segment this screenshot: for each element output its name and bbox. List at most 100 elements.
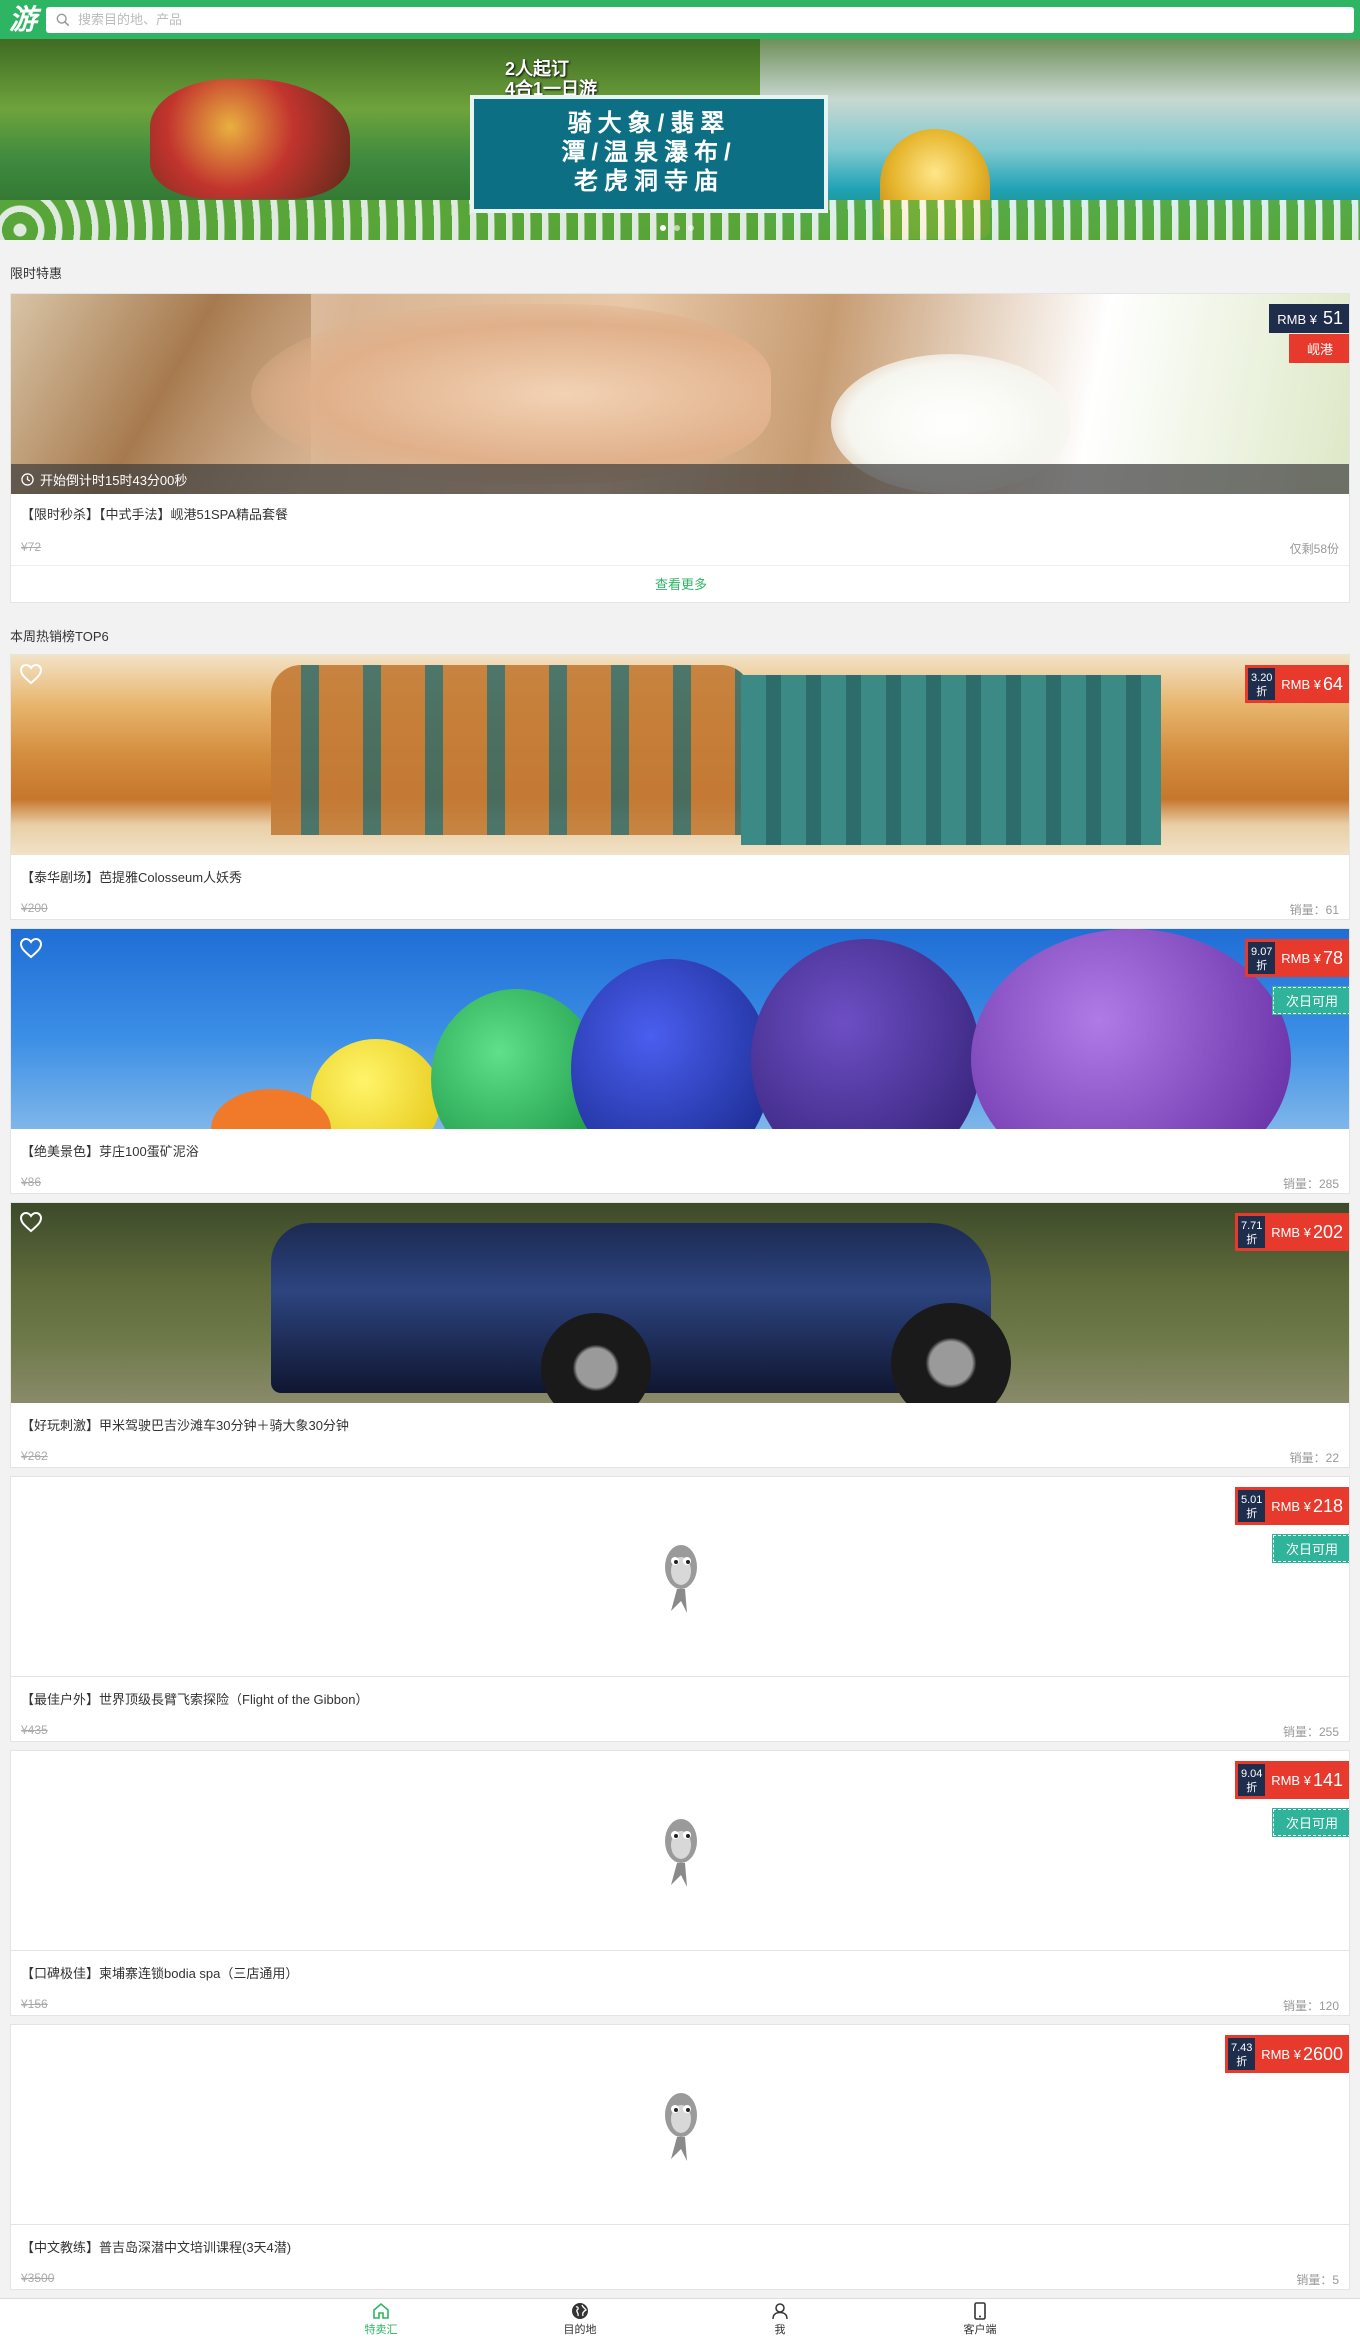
favorite-heart-icon[interactable] [19, 1211, 43, 1233]
product-card[interactable]: 5.01 折 RMB ¥218 次日可用 【最佳户外】世界顶级長臂飞索探险（Fli… [10, 1476, 1350, 1742]
product-image-placeholder: 7.43 折 RMB ¥2600 [11, 2025, 1349, 2225]
price-currency: RMB ¥ [1271, 1498, 1311, 1514]
discount-value: 3.20 [1251, 672, 1273, 684]
favorite-heart-icon[interactable] [19, 663, 43, 685]
product-title[interactable]: 【中文教练】普吉岛深潜中文培训课程(3天4潜) [21, 2237, 291, 2256]
banner-dot[interactable] [688, 225, 694, 231]
favorite-heart-icon[interactable] [19, 937, 43, 959]
price-currency: RMB ¥ [1261, 2046, 1301, 2062]
globe-icon [572, 2303, 588, 2319]
remaining-count: 仅剩58份 [1289, 542, 1339, 556]
purple-egg-image [971, 929, 1291, 1129]
flash-sale-card[interactable]: RMB ¥ 51 岘港 开始倒计时15时43分00秒 【限时秒杀】【中式手法】岘… [10, 293, 1350, 603]
product-title[interactable]: 【口碑极佳】柬埔寨连锁bodia spa（三店通用） [21, 1963, 298, 1982]
countdown-text: 开始倒计时15时43分00秒 [40, 472, 188, 488]
tab-me[interactable]: 我 [740, 2301, 820, 2337]
top-header: 游 [0, 0, 1360, 39]
price-tag: RMB ¥2600 [1255, 2035, 1349, 2073]
product-card[interactable]: 9.04 折 RMB ¥141 次日可用 【口碑极佳】柬埔寨连锁bodia spa… [10, 1750, 1350, 2016]
price-value: 64 [1322, 673, 1343, 694]
user-icon [772, 2303, 788, 2320]
product-card[interactable]: 9.07 折 RMB ¥78 次日可用 【绝美景色】芽庄100蛋矿泥浴 ¥86 销… [10, 928, 1350, 1194]
view-more-link[interactable]: 查看更多 [11, 565, 1349, 602]
product-image-placeholder: 5.01 折 RMB ¥218 次日可用 [11, 1477, 1349, 1677]
original-price: ¥3500 [21, 2271, 55, 2285]
discount-value: 7.43 [1231, 2042, 1253, 2054]
flash-sale-heading: 限时特惠 [10, 266, 63, 281]
clock-icon [21, 472, 34, 486]
price-value: 78 [1322, 947, 1343, 968]
discount-unit: 折 [1236, 2056, 1248, 2068]
price-value: 218 [1312, 1495, 1343, 1516]
price-tag: RMB ¥78 [1275, 939, 1349, 977]
product-image: 7.71 折 RMB ¥202 [11, 1203, 1349, 1403]
original-price: ¥200 [21, 901, 48, 915]
discount-unit: 折 [1246, 1508, 1258, 1520]
tab-label: 目的地 [563, 2324, 597, 2336]
banner-sign-line1: 骑大象/翡翠 [567, 110, 731, 137]
phone-icon [974, 2302, 986, 2320]
banner-elephant-riders-image [150, 79, 350, 199]
banner-sign: 骑大象/翡翠 潭/温泉瀑布/ 老虎洞寺庙 [470, 95, 828, 213]
original-price: ¥435 [21, 1723, 48, 1737]
colosseum-image [271, 665, 751, 835]
original-price: ¥86 [21, 1175, 42, 1189]
tab-client[interactable]: 客户端 [940, 2301, 1020, 2337]
top-list-heading: 本周热销榜TOP6 [10, 629, 109, 644]
discount-unit: 折 [1246, 1234, 1258, 1246]
discount-price-tag: 9.07 折 RMB ¥78 [1245, 939, 1349, 977]
product-title[interactable]: 【绝美景色】芽庄100蛋矿泥浴 [21, 1141, 199, 1160]
product-card[interactable]: 3.20 折 RMB ¥64 【泰华剧场】芭提雅Colosseum人妖秀 ¥200… [10, 654, 1350, 920]
tab-destinations[interactable]: 目的地 [540, 2301, 620, 2337]
promo-banner[interactable]: 2人起订 4合1一日游 骑大象/翡翠 潭/温泉瀑布/ 老虎洞寺庙 [0, 39, 1360, 240]
sales-count: 销量：255 [1282, 1725, 1339, 1739]
product-card[interactable]: 7.43 折 RMB ¥2600 【中文教练】普吉岛深潜中文培训课程(3天4潜) … [10, 2024, 1350, 2290]
tab-label: 客户端 [963, 2324, 997, 2336]
discount-price-tag: 5.01 折 RMB ¥218 [1235, 1487, 1349, 1525]
discount-value: 9.04 [1241, 1768, 1263, 1780]
tab-deals[interactable]: 特卖汇 [341, 2301, 421, 2337]
discount-badge: 7.43 折 [1225, 2035, 1256, 2073]
next-day-badge: 次日可用 [1271, 986, 1349, 1015]
discount-badge: 5.01 折 [1235, 1487, 1266, 1525]
discount-badge: 7.71 折 [1235, 1213, 1266, 1251]
city-badge: 岘港 [1288, 334, 1349, 363]
banner-top-text-line1: 2人起订 [505, 59, 570, 79]
tab-label: 特卖汇 [364, 2324, 398, 2336]
countdown-bar: 开始倒计时15时43分00秒 [11, 464, 1349, 494]
placeholder-fish-icon [665, 1545, 697, 1613]
discount-value: 5.01 [1241, 1494, 1263, 1506]
discount-unit: 折 [1246, 1782, 1258, 1794]
product-title[interactable]: 【最佳户外】世界顶级長臂飞索探险（Flight of the Gibbon） [21, 1689, 368, 1708]
next-day-badge: 次日可用 [1271, 1808, 1349, 1837]
banner-dot[interactable] [660, 225, 666, 231]
search-icon [56, 13, 70, 26]
price-value: 51 [1322, 308, 1343, 328]
banner-dot[interactable] [674, 225, 680, 231]
banner-pagination [660, 225, 694, 231]
original-price: ¥72 [21, 540, 42, 554]
placeholder-fish-icon [665, 1819, 697, 1887]
search-input[interactable] [78, 12, 678, 27]
price-value: 2600 [1302, 2043, 1343, 2064]
discount-value: 9.07 [1251, 946, 1273, 958]
price-currency: RMB ¥ [1281, 950, 1321, 966]
price-value: 202 [1312, 1221, 1343, 1242]
sales-count: 销量：285 [1282, 1177, 1339, 1191]
discount-badge: 9.07 折 [1245, 939, 1276, 977]
app-logo[interactable]: 游 [6, 3, 40, 37]
spa-image-face [251, 304, 771, 484]
price-currency: RMB ¥ [1271, 1224, 1311, 1240]
discount-badge: 3.20 折 [1245, 665, 1276, 703]
product-title[interactable]: 【好玩刺激】甲米驾驶巴吉沙滩车30分钟＋骑大象30分钟 [21, 1415, 349, 1434]
product-title[interactable]: 【限时秒杀】【中式手法】岘港51SPA精品套餐 [21, 504, 288, 523]
product-title[interactable]: 【泰华剧场】芭提雅Colosseum人妖秀 [21, 867, 242, 886]
placeholder-fish-icon [665, 2093, 697, 2161]
discount-unit: 折 [1256, 960, 1268, 972]
sales-count: 销量：61 [1289, 903, 1339, 917]
price-value: 141 [1312, 1769, 1343, 1790]
price-tag: RMB ¥218 [1265, 1487, 1349, 1525]
search-bar[interactable] [46, 6, 1354, 33]
product-card[interactable]: 7.71 折 RMB ¥202 【好玩刺激】甲米驾驶巴吉沙滩车30分钟＋骑大象30… [10, 1202, 1350, 1468]
discount-price-tag: 7.71 折 RMB ¥202 [1235, 1213, 1349, 1251]
